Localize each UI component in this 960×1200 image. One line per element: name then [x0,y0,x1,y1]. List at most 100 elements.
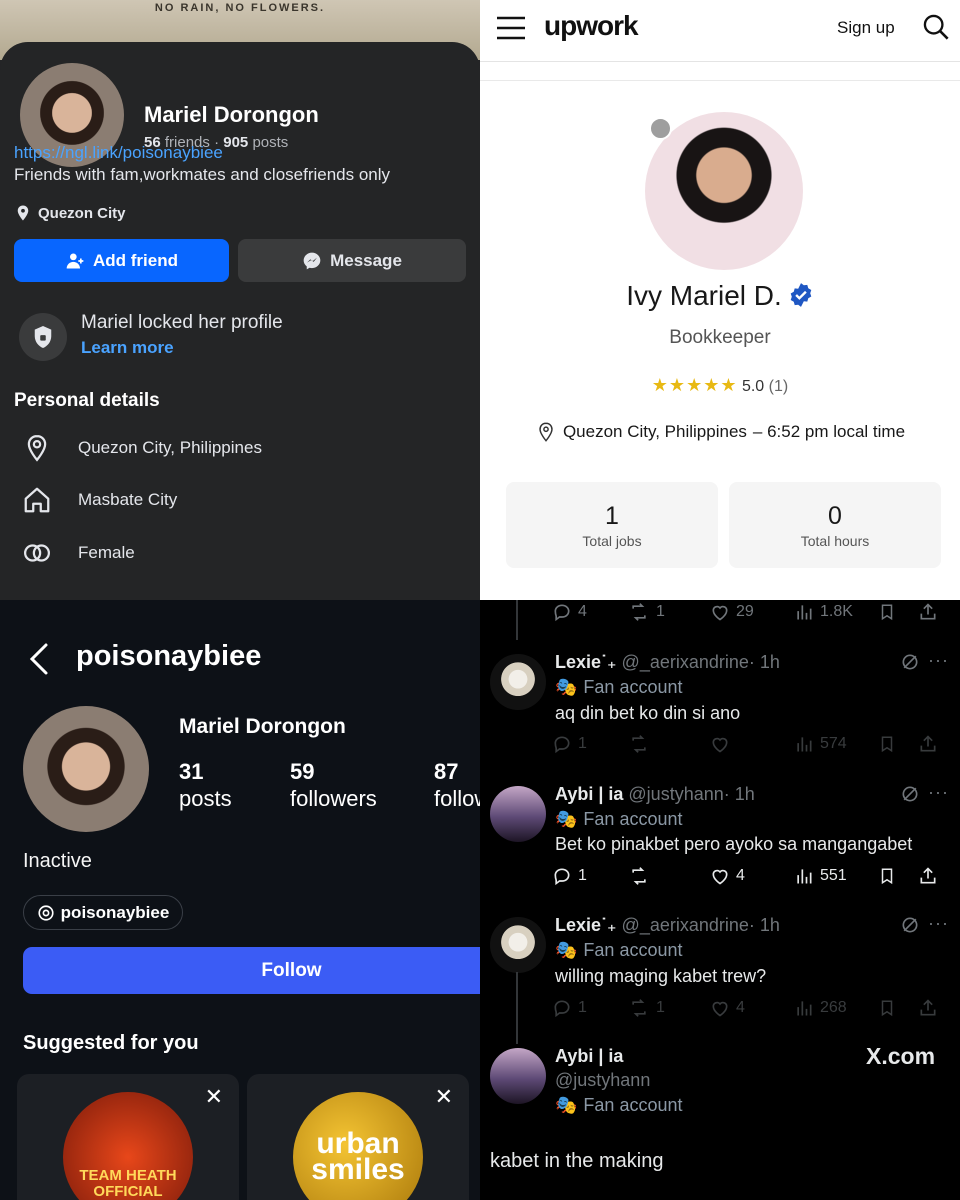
grok-icon[interactable] [900,915,920,935]
like-action[interactable]: 4 [710,866,794,886]
bookmark-icon [881,1000,893,1017]
stat-label: Total jobs [582,533,642,549]
repost-icon [632,735,646,753]
share-action[interactable] [918,998,938,1018]
like-action[interactable]: 29 [710,602,794,622]
share-action[interactable] [918,602,938,622]
views-action[interactable]: 1.8K [794,602,878,622]
timestamp[interactable]: · 1h [724,784,755,804]
like-count: 29 [736,603,754,620]
avatar[interactable] [490,654,546,710]
bio-link[interactable]: https://ngl.link/poisonaybiee [14,143,223,163]
sign-up-link[interactable]: Sign up [837,18,895,38]
like-action[interactable]: 4 [710,998,794,1018]
mask-icon: 🎭 [555,1095,578,1115]
stat-followers[interactable]: 59 followers [290,758,377,812]
search-icon[interactable] [922,13,950,41]
handle[interactable]: @_aerixandrine [622,652,749,672]
more-options-icon[interactable]: ··· [928,782,949,803]
avatar[interactable] [23,706,149,832]
grok-icon[interactable] [900,784,920,804]
reply-action[interactable]: 1 [552,866,628,886]
tweet-text: Bet ko pinakbet pero ayoko sa mangangabe… [555,834,913,854]
repost-action[interactable]: 1 [628,602,710,622]
reply-action[interactable]: 1 [552,998,628,1018]
repost-action[interactable] [628,866,710,886]
repost-action[interactable] [628,734,710,754]
share-icon [920,735,936,752]
handle[interactable]: @justyhann [628,784,723,804]
freelancer-title: Bookkeeper [669,327,771,348]
stat-total-jobs: 1 Total jobs [506,482,718,568]
stat-label: followers [290,786,377,811]
posts-word: posts [252,134,289,151]
display-name[interactable]: Lexie˙₊ [555,915,617,935]
location-text: Quezon City [38,204,126,222]
repost-icon [632,603,646,621]
views-action[interactable]: 551 [794,866,878,886]
views-action[interactable]: 574 [794,734,878,754]
heart-icon [712,869,728,885]
badge-label: Fan account [583,677,683,697]
follow-button[interactable]: Follow [23,947,480,994]
close-icon[interactable]: ✕ [435,1084,453,1110]
timestamp[interactable]: · 1h [749,915,780,935]
more-options-icon[interactable]: ··· [928,650,949,671]
views-action[interactable]: 268 [794,998,878,1018]
handle[interactable]: @_aerixandrine [622,915,749,935]
reply-action[interactable]: 4 [552,602,628,622]
star-rating-icon: ★★★★★ [651,375,738,395]
local-time: – 6:52 pm local time [752,422,906,441]
message-button[interactable]: Message [238,239,466,282]
bookmark-action[interactable] [878,734,918,754]
learn-more-link[interactable]: Learn more [81,338,174,358]
suggestion-card[interactable]: ✕ TEAM HEATH OFFICIAL [17,1074,239,1200]
share-action[interactable] [918,866,938,886]
detail-text: Quezon City, Philippines [78,438,262,457]
close-icon[interactable]: ✕ [205,1084,223,1110]
upwork-logo[interactable]: upwork [544,10,639,42]
avatar[interactable] [490,917,546,973]
posts-count: 905 [223,134,249,151]
lock-shield-icon [19,313,67,361]
stat-following[interactable]: 87 following [434,758,480,812]
bookmark-action[interactable] [878,998,918,1018]
hamburger-menu-icon[interactable] [495,14,527,42]
add-friend-button[interactable]: Add friend [14,239,229,282]
tweet-actions: 4 1 29 1.8K [552,602,952,622]
location-time: Quezon City, Philippines – 6:52 pm local… [480,420,960,444]
stat-value: 0 [828,502,842,530]
bookmark-action[interactable] [878,602,918,622]
bio-text: Friends with fam,workmates and closefrie… [14,165,391,184]
reply-action[interactable]: 1 [552,734,628,754]
x-replies-panel: 4 1 29 1.8K Lexie˙₊ @_aerixandrine· 1h ·… [480,600,960,1200]
personal-details-title: Personal details [14,390,160,411]
suggestion-card[interactable]: ✕ urban smiles [247,1074,469,1200]
threads-handle: poisonaybiee [60,902,170,922]
share-action[interactable] [918,734,938,754]
thread-line [516,972,518,1044]
stat-posts[interactable]: 31 posts [179,758,232,812]
fan-account-badge: 🎭 Fan account [555,940,682,961]
repost-icon [632,867,646,885]
display-name[interactable]: Aybi | ia [555,784,623,804]
badge-label: Fan account [583,940,683,960]
more-options-icon[interactable]: ··· [928,913,949,934]
rating: ★★★★★ 5.0 (1) [480,375,960,396]
avatar[interactable] [490,1048,546,1104]
display-name[interactable]: Lexie˙₊ [555,652,617,672]
instagram-profile-panel: poisonaybiee Mariel Dorongon 31 posts 59… [0,600,480,1200]
stat-total-hours: 0 Total hours [729,482,941,568]
threads-badge[interactable]: poisonaybiee [23,895,183,930]
grok-icon[interactable] [900,652,920,672]
like-action[interactable] [710,734,794,754]
timestamp[interactable]: · 1h [749,652,780,672]
repost-action[interactable]: 1 [628,998,710,1018]
avatar[interactable] [490,786,546,842]
reply-count: 1 [578,999,587,1016]
back-arrow-icon[interactable] [28,642,52,676]
handle[interactable]: @justyhann [555,1070,650,1091]
bookmark-action[interactable] [878,866,918,886]
display-name[interactable]: Aybi | ia [555,1046,623,1067]
profile-name: Mariel Dorongon [144,102,319,127]
